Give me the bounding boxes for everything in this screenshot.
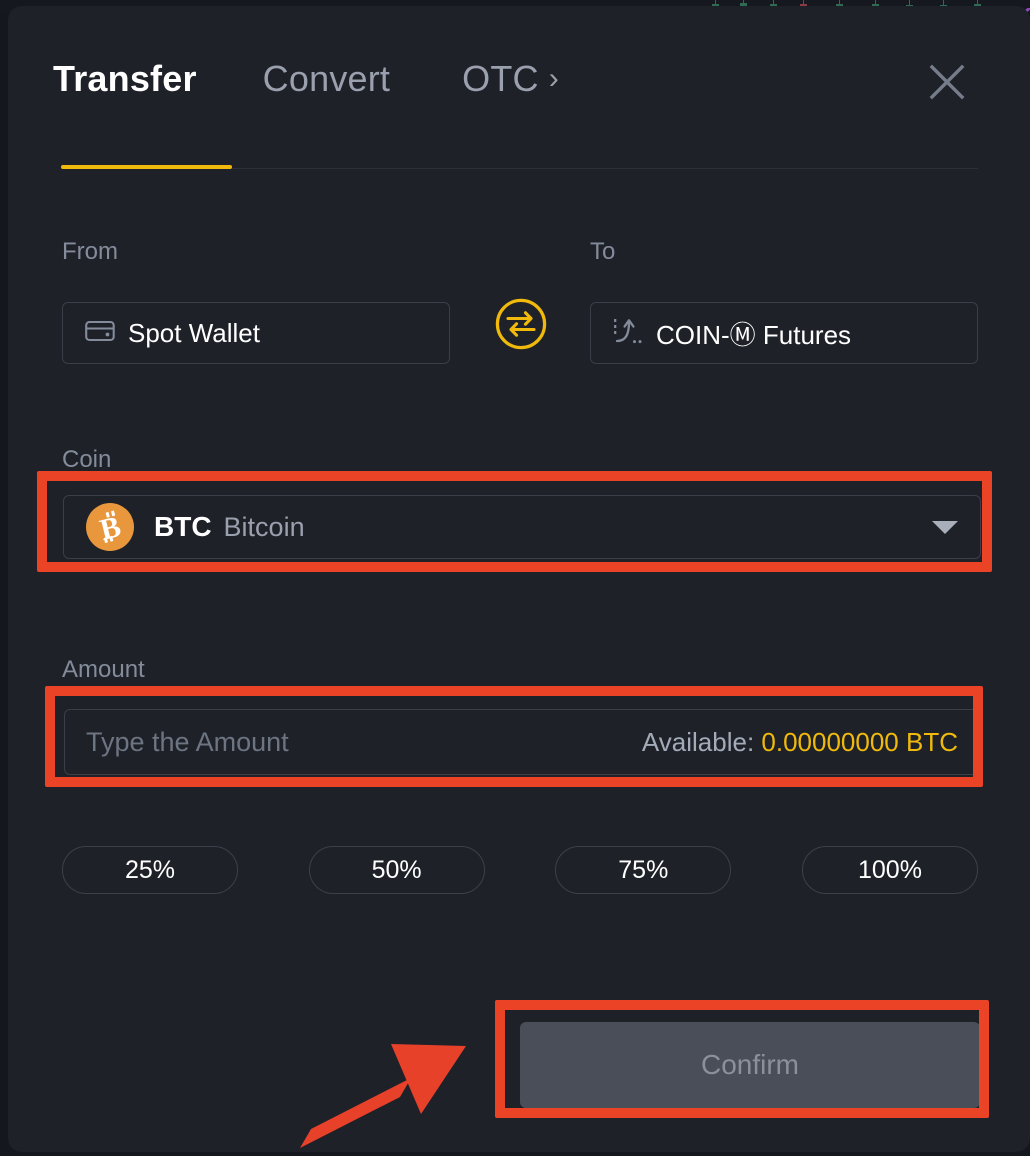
percent-button-75[interactable]: 75% [555,846,732,894]
screen: Transfer Convert OTC › From Spot Wallet … [0,0,1030,1156]
coin-name: Bitcoin [223,511,305,542]
coin-symbol: BTC [154,511,212,542]
tab-convert[interactable]: Convert [263,58,390,100]
coin-label: Coin [62,446,112,473]
close-icon[interactable] [926,61,968,103]
chevron-down-icon[interactable] [932,520,958,534]
active-tab-indicator [61,165,232,169]
percent-button-25[interactable]: 25% [62,846,238,894]
transfer-modal: Transfer Convert OTC › From Spot Wallet … [8,6,1030,1152]
to-wallet-select[interactable]: COIN-Ⓜ Futures [590,302,978,364]
tab-transfer-label: Transfer [53,58,197,99]
amount-input[interactable] [86,726,626,758]
percent-button-row: 25% 50% 75% 100% [62,846,978,894]
bitcoin-icon: B [86,503,134,551]
to-label: To [590,238,616,265]
tab-transfer[interactable]: Transfer [53,58,197,100]
modal-tab-bar: Transfer Convert OTC › [53,58,559,100]
available-label: Available: [641,726,755,757]
swap-arrows-icon[interactable] [495,298,547,350]
tab-otc[interactable]: OTC [462,58,539,100]
amount-field[interactable]: Available: 0.00000000 BTC [64,709,980,775]
to-wallet-value: COIN-Ⓜ Futures [656,319,852,350]
futures-chart-icon [613,316,643,351]
from-wallet-select[interactable]: Spot Wallet [62,302,450,364]
chevron-right-icon[interactable]: › [549,61,559,97]
available-value: 0.00000000 BTC [761,726,958,757]
from-wallet-value: Spot Wallet [128,317,260,348]
tab-otc-label: OTC [462,58,539,99]
percent-button-100[interactable]: 100% [801,846,978,894]
percent-button-50[interactable]: 50% [308,846,485,894]
svg-text:B: B [97,510,124,547]
wallet-icon [85,319,115,348]
tab-convert-label: Convert [262,58,391,99]
available-balance: Available: 0.00000000 BTC [642,727,958,758]
amount-label: Amount [62,656,145,683]
coin-select[interactable]: B BTC Bitcoin [63,495,981,559]
confirm-button[interactable]: Confirm [520,1022,980,1108]
from-label: From [62,238,118,265]
